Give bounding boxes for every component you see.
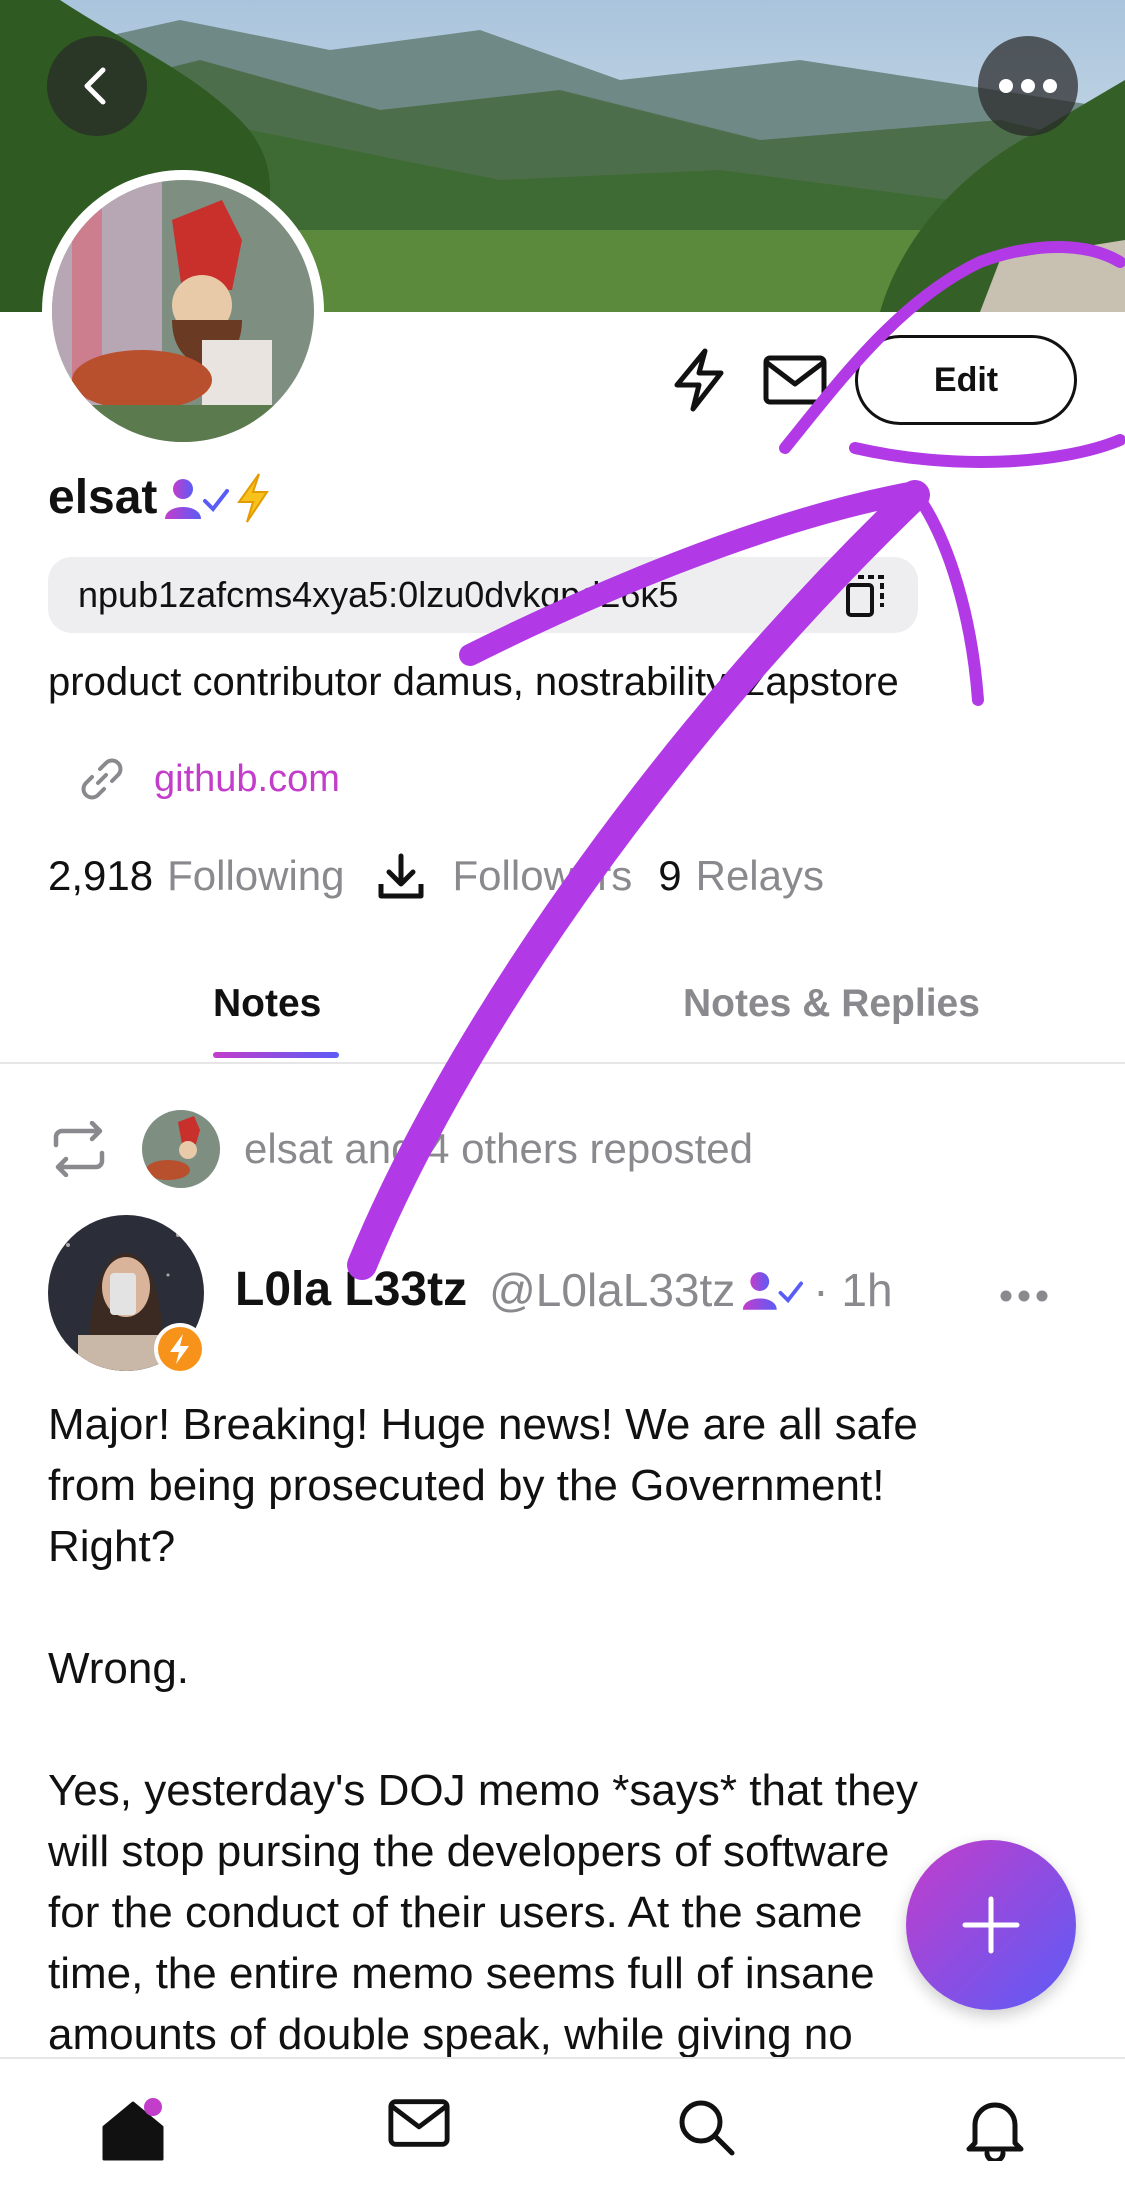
profile-name-row: elsat xyxy=(48,470,271,525)
lightning-badge-icon xyxy=(237,472,270,523)
post-more-button[interactable] xyxy=(998,1286,1050,1311)
tab-divider xyxy=(0,1062,1125,1064)
mail-icon xyxy=(763,355,827,405)
link-icon xyxy=(81,758,123,800)
post-body-line: Wrong. xyxy=(48,1644,190,1693)
ellipsis-icon xyxy=(999,79,1057,93)
profile-stats: 2,918 Following Followers 9 Relays xyxy=(48,850,824,902)
chevron-left-icon xyxy=(84,67,106,105)
more-options-button[interactable] xyxy=(978,36,1078,136)
post-body-line xyxy=(48,1699,1088,1760)
ellipsis-icon xyxy=(1000,1290,1048,1302)
tab-notes-and-replies[interactable]: Notes & Replies xyxy=(683,982,980,1026)
following-count[interactable]: 2,918 xyxy=(48,852,153,900)
post-body-line: Yes, yesterday's DOJ memo *says* that th… xyxy=(48,1766,919,1815)
nav-messages[interactable] xyxy=(387,2097,451,2149)
repost-icon xyxy=(53,1121,105,1177)
search-icon xyxy=(679,2100,735,2156)
bottom-navigation xyxy=(0,2057,1125,2196)
tab-notes[interactable]: Notes xyxy=(213,982,321,1026)
download-icon[interactable] xyxy=(375,850,427,902)
post-author-handle[interactable]: @L0laL33tz xyxy=(489,1263,735,1317)
copy-icon[interactable] xyxy=(844,573,888,619)
bell-icon xyxy=(966,2102,1024,2161)
following-label[interactable]: Following xyxy=(167,852,344,900)
nav-search[interactable] xyxy=(676,2097,736,2157)
lightning-icon xyxy=(674,348,724,412)
verified-user-icon xyxy=(743,1271,804,1310)
active-tab-indicator xyxy=(213,1052,339,1058)
plus-icon xyxy=(962,1896,1020,1954)
nav-home[interactable] xyxy=(98,2097,168,2163)
repost-indicator[interactable]: elsat and 4 others reposted xyxy=(48,1110,753,1188)
zap-button[interactable] xyxy=(664,345,734,415)
verified-user-icon xyxy=(165,478,230,519)
lightning-icon xyxy=(158,1327,202,1371)
post-header: L0la L33tz @L0laL33tz · 1h xyxy=(235,1262,893,1317)
post-body-line: from being prosecuted by the Government! xyxy=(48,1461,885,1510)
profile-bio: product contributor damus, nostrability,… xyxy=(48,660,899,704)
followers-label[interactable]: Followers xyxy=(453,852,633,900)
zap-badge xyxy=(154,1323,206,1375)
post-body-line xyxy=(48,1577,1088,1638)
reposter-avatar[interactable] xyxy=(142,1110,220,1188)
back-button[interactable] xyxy=(47,36,147,136)
message-button[interactable] xyxy=(758,345,832,415)
npub-copy-field[interactable]: npub1zafcms4xya5:0lzu0dvkqpd26k5 xyxy=(48,557,918,633)
compose-post-button[interactable] xyxy=(906,1840,1076,2010)
website-link-text[interactable]: github.com xyxy=(154,758,340,801)
edit-profile-button[interactable]: Edit xyxy=(855,335,1077,425)
post-body-line: Right? xyxy=(48,1522,176,1571)
npub-text: npub1zafcms4xya5:0lzu0dvkqpd26k5 xyxy=(78,574,679,615)
website-link[interactable]: github.com xyxy=(80,757,340,801)
relays-label[interactable]: Relays xyxy=(696,852,824,900)
post-timestamp: · 1h xyxy=(813,1263,893,1316)
profile-name: elsat xyxy=(48,471,158,524)
mail-icon xyxy=(388,2099,450,2147)
nav-notifications[interactable] xyxy=(965,2097,1025,2161)
repost-text: elsat and 4 others reposted xyxy=(244,1125,754,1172)
home-icon xyxy=(102,2098,164,2161)
post-body-line: Major! Breaking! Huge news! We are all s… xyxy=(48,1400,918,1449)
relays-count[interactable]: 9 xyxy=(658,852,681,900)
post-body-line: amounts of double speak, while giving no xyxy=(48,2010,853,2059)
profile-avatar[interactable] xyxy=(42,170,324,452)
post-author-name[interactable]: L0la L33tz xyxy=(235,1262,467,1317)
